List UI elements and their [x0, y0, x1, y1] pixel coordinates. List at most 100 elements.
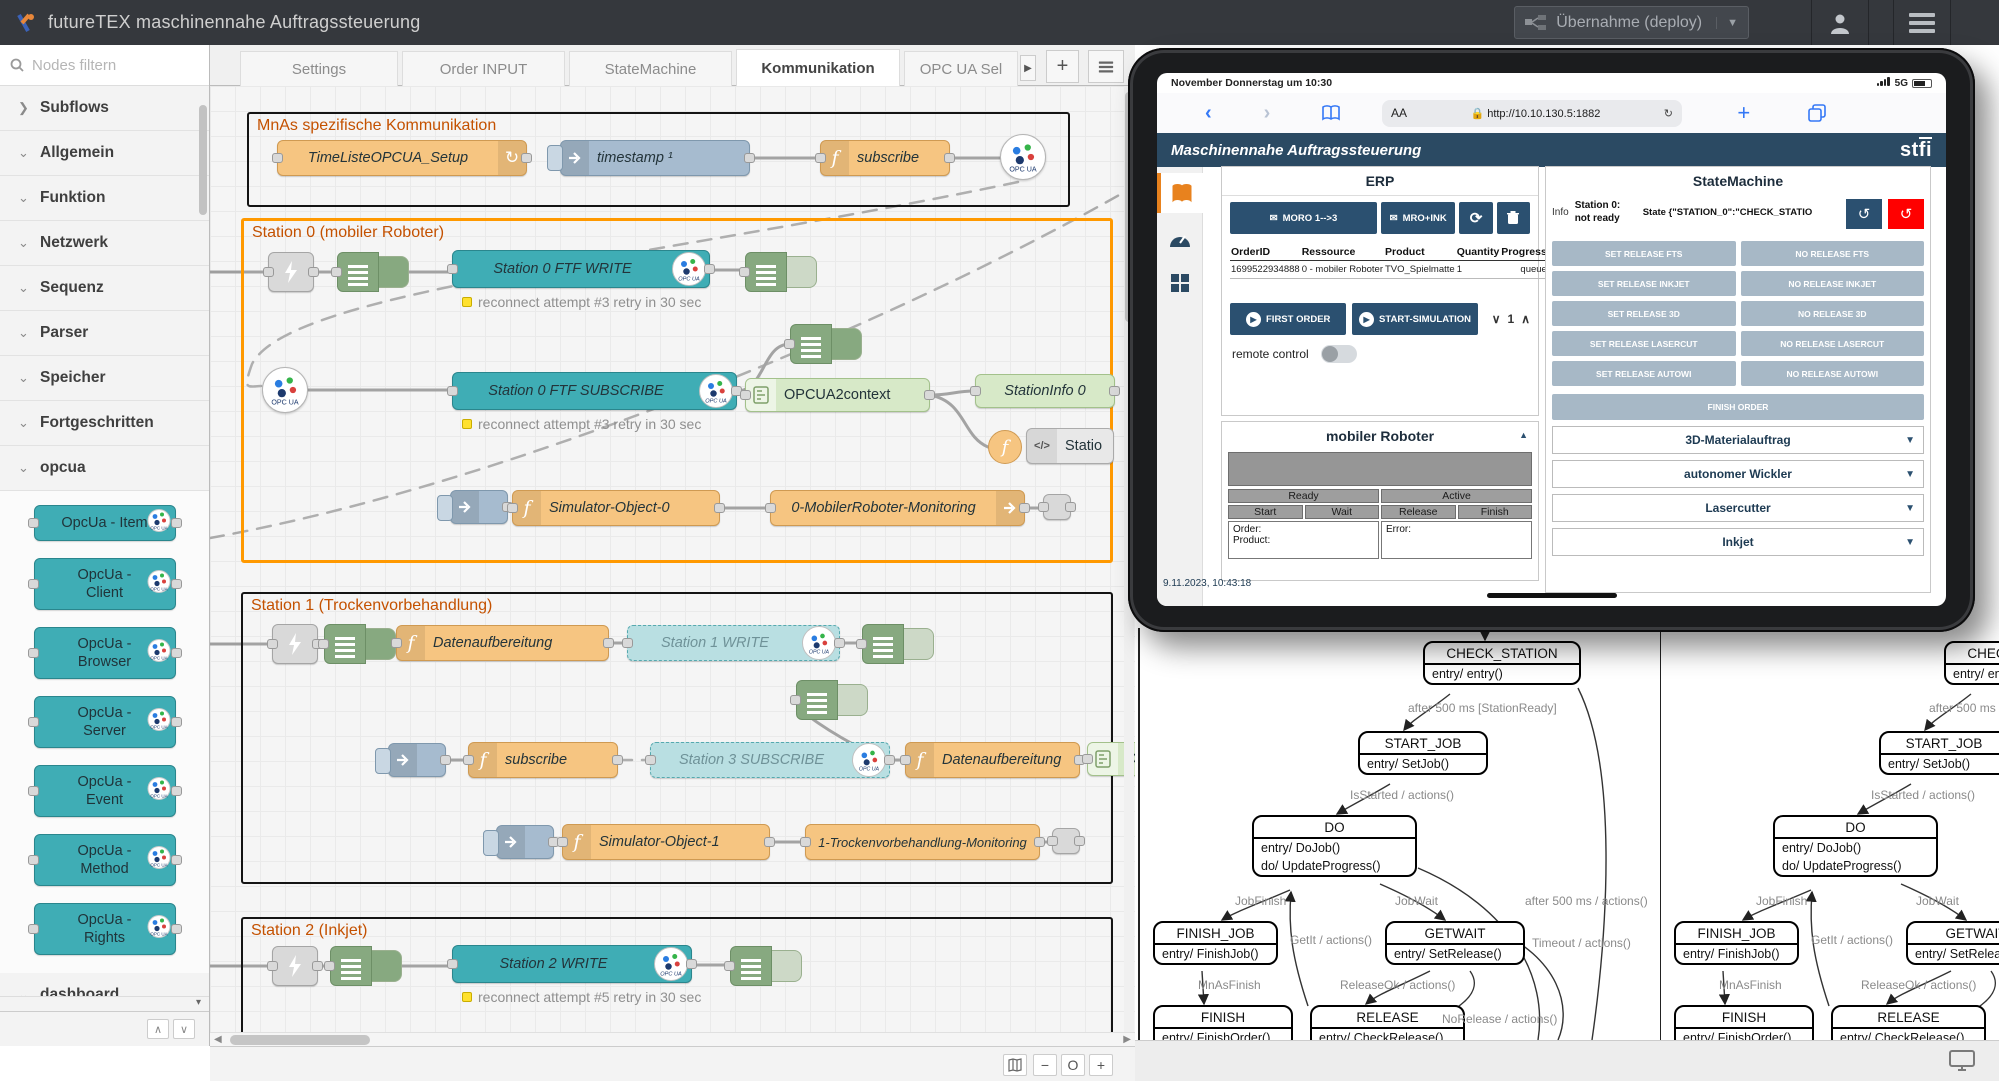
node-simulator-object-1[interactable]: f Simulator-Object-1	[562, 824, 770, 860]
node-inject[interactable]	[450, 490, 508, 524]
collapse-all-button[interactable]: ∧	[147, 1019, 169, 1039]
no-release-lasercut-button[interactable]: NO RELEASE LASERCUT	[1741, 331, 1925, 356]
palette-category-sequenz[interactable]: ⌄Sequenz	[0, 266, 209, 311]
palette-search-input[interactable]: Nodes filtern	[0, 45, 209, 86]
inject-button[interactable]	[547, 145, 563, 171]
bookmarks-icon[interactable]	[1322, 105, 1340, 121]
node-opcua-client[interactable]: OPC UA	[1000, 134, 1046, 180]
chevron-down-icon[interactable]: ∨	[1492, 312, 1501, 326]
node-simulator-object-0[interactable]: f Simulator-Object-0	[512, 490, 720, 526]
node-inject[interactable]	[496, 825, 554, 859]
palette-node-opcua-server[interactable]: OpcUa - ServerOPC UA	[34, 696, 176, 748]
inject-button[interactable]	[483, 830, 499, 856]
node-debug[interactable]	[790, 324, 862, 364]
node-stationinfo-0[interactable]: StationInfo 0	[975, 374, 1115, 408]
node-inject[interactable]	[388, 743, 446, 777]
address-bar[interactable]: AA 🔒 http://10.10.130.5:1882 ↻	[1382, 100, 1682, 127]
set-release-inkjet-button[interactable]: SET RELEASE INKJET	[1552, 271, 1736, 296]
sidebar-item-orders[interactable]	[1157, 173, 1203, 213]
node-debug[interactable]	[796, 680, 868, 720]
tabs-icon[interactable]	[1808, 104, 1826, 122]
add-flow-button[interactable]: +	[1046, 50, 1079, 83]
set-release-lasercut-button[interactable]: SET RELEASE LASERCUT	[1552, 331, 1736, 356]
debug-toggle-button[interactable]	[372, 950, 402, 982]
node-link-in[interactable]	[272, 946, 318, 986]
reload-icon[interactable]: ↻	[1664, 107, 1673, 120]
dropdown-autonomer-wickler[interactable]: autonomer Wickler▼	[1552, 460, 1924, 488]
node-station0-ftf-write[interactable]: Station 0 FTF WRITE OPC UA	[452, 250, 710, 288]
node-mobilerroboter-monitoring[interactable]: 0-MobilerRoboter-Monitoring	[770, 490, 1025, 526]
node-debug[interactable]	[862, 624, 934, 664]
moro-button[interactable]: ✉MORO 1-->3	[1230, 202, 1377, 234]
palette-node-opcua-event[interactable]: OpcUa - EventOPC UA	[34, 765, 176, 817]
zoom-out-button[interactable]: −	[1033, 1054, 1057, 1076]
new-tab-button[interactable]: +	[1737, 100, 1750, 126]
order-row[interactable]: 16995229348880 - mobiler Roboter TVO_Spi…	[1230, 261, 1548, 279]
palette-category-speicher[interactable]: ⌄Speicher	[0, 356, 209, 401]
debug-toggle-button[interactable]	[838, 684, 868, 716]
dropdown-inkjet[interactable]: Inkjet▼	[1552, 528, 1924, 556]
dropdown-lasercutter[interactable]: Lasercutter▼	[1552, 494, 1924, 522]
palette-scrollbar[interactable]	[199, 93, 207, 1043]
no-release-inkjet-button[interactable]: NO RELEASE INKJET	[1741, 271, 1925, 296]
main-menu-button[interactable]	[1893, 0, 1951, 45]
zoom-in-button[interactable]: +	[1089, 1054, 1113, 1076]
node-station3-subscribe-disabled[interactable]: Station 3 SUBSCRIBE OPC UA	[650, 742, 890, 778]
dropdown-3d-materialauftrag[interactable]: 3D-Materialauftrag▼	[1552, 426, 1924, 454]
palette-node-opcua-client[interactable]: OpcUa - ClientOPC UA	[34, 558, 176, 610]
mro-ink-button[interactable]: ✉MRO+INK	[1381, 202, 1455, 234]
first-order-button[interactable]: ▶FIRST ORDER	[1230, 303, 1346, 335]
node-function-subscribe[interactable]: f subscribe	[468, 742, 618, 778]
tab-kommunikation[interactable]: Kommunikation	[736, 49, 900, 86]
reset-button[interactable]: ↺	[1846, 199, 1882, 229]
sidebar-item-modules[interactable]	[1157, 263, 1203, 303]
node-station2-write[interactable]: Station 2 WRITE OPC UA	[452, 945, 692, 983]
tab-order-input[interactable]: Order INPUT	[402, 51, 565, 86]
collapse-icon[interactable]: ▲	[1519, 430, 1528, 440]
reader-button[interactable]: AA	[1391, 106, 1407, 120]
inject-button[interactable]	[437, 495, 453, 521]
node-function-circle[interactable]: f	[988, 430, 1022, 464]
debug-toggle-button[interactable]	[787, 256, 817, 288]
no-release-fts-button[interactable]: NO RELEASE FTS	[1741, 241, 1925, 266]
flow-list-button[interactable]	[1088, 50, 1124, 83]
flow-canvas[interactable]: MnAs spezifische Kommunikation TimeListe…	[210, 86, 1135, 1032]
node-template-station[interactable]: </>Statio	[1026, 428, 1114, 464]
node-inject-timestamp[interactable]: timestamp ¹	[560, 140, 750, 176]
node-debug[interactable]	[330, 946, 402, 986]
palette-node-opcua-method[interactable]: OpcUa - MethodOPC UA	[34, 834, 176, 886]
set-release-3d-button[interactable]: SET RELEASE 3D	[1552, 301, 1736, 326]
quantity-stepper[interactable]: ∨ 1 ∧	[1492, 312, 1530, 326]
canvas-hscrollbar[interactable]: ◀▶	[210, 1032, 1135, 1046]
palette-overflow-indicator[interactable]: ▾	[0, 996, 209, 1011]
palette-category-opcua[interactable]: ⌄opcua	[0, 446, 209, 491]
tab-statemachine[interactable]: StateMachine	[569, 51, 732, 86]
node-station0-ftf-subscribe[interactable]: Station 0 FTF SUBSCRIBE OPC UA	[452, 372, 737, 410]
node-debug[interactable]	[730, 946, 802, 986]
refresh-button[interactable]: ⟳	[1459, 202, 1492, 234]
palette-category-subflows[interactable]: ❯Subflows	[0, 86, 209, 131]
palette-category-allgemein[interactable]: ⌄Allgemein	[0, 131, 209, 176]
set-release-autowi-button[interactable]: SET RELEASE AUTOWI	[1552, 361, 1736, 386]
palette-category-netzwerk[interactable]: ⌄Netzwerk	[0, 221, 209, 266]
debug-toggle-button[interactable]	[832, 328, 862, 360]
tab-opc-ua[interactable]: OPC UA Sel	[904, 51, 1018, 86]
no-release-autowi-button[interactable]: NO RELEASE AUTOWI	[1741, 361, 1925, 386]
debug-toggle-button[interactable]	[772, 950, 802, 982]
node-debug[interactable]	[324, 624, 396, 664]
debug-toggle-button[interactable]	[904, 628, 934, 660]
node-timeliste-opcua-setup[interactable]: TimeListeOPCUA_Setup ↻	[277, 140, 527, 176]
node-link-out[interactable]	[1052, 828, 1080, 854]
node-station1-write-disabled[interactable]: Station 1 WRITE OPC UA	[627, 625, 840, 661]
node-debug[interactable]	[337, 252, 409, 292]
palette-category-funktion[interactable]: ⌄Funktion	[0, 176, 209, 221]
node-debug[interactable]	[745, 252, 817, 292]
node-opcua2context[interactable]: OPCUA2context	[745, 378, 930, 412]
node-datenaufbereitung[interactable]: f Datenaufbereitung	[396, 625, 609, 661]
set-release-fts-button[interactable]: SET RELEASE FTS	[1552, 241, 1736, 266]
display-icon[interactable]	[1949, 1049, 1975, 1073]
remote-control-toggle[interactable]	[1321, 345, 1357, 363]
node-trockenvorbehandlung-monitoring[interactable]: 1-Trockenvorbehandlung-Monitoring	[805, 824, 1040, 860]
start-simulation-button[interactable]: ▶START-SIMULATION	[1352, 303, 1477, 335]
palette-node-opcua-rights[interactable]: OpcUa - RightsOPC UA	[34, 903, 176, 955]
